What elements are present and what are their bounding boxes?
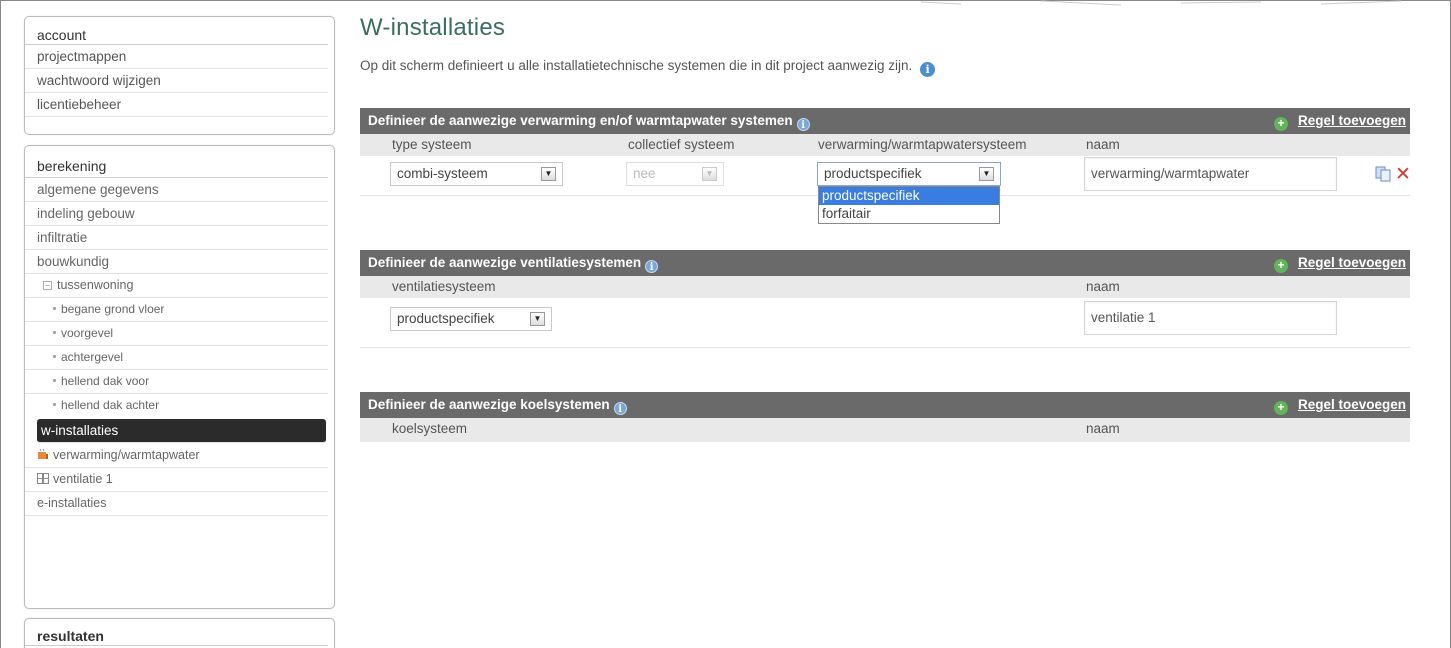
cropped-header-decoration <box>921 0 1402 6</box>
tree-item-hellend-dak-voor[interactable]: hellend dak voor <box>25 370 328 394</box>
sidebar-item-w-installaties[interactable]: w-installaties <box>37 419 326 443</box>
column-header-verwarming-systeem: verwarming/warmtapwatersysteem <box>818 137 1027 152</box>
column-header-ventilatiesysteem: ventilatiesysteem <box>392 279 496 294</box>
info-icon[interactable]: i <box>613 402 627 415</box>
add-row-label: Regel toevoegen <box>1297 397 1406 412</box>
sidebar-item-e-installaties[interactable]: e-installaties <box>25 492 328 516</box>
chevron-down-icon: ▼ <box>702 167 717 181</box>
add-row-label: Regel toevoegen <box>1297 255 1406 270</box>
copy-icon[interactable] <box>1375 166 1391 182</box>
bullet-icon <box>53 355 56 358</box>
column-header-naam: naam <box>1086 279 1120 294</box>
ventilation-section-title: Definieer de aanwezige ventilatiesysteme… <box>368 255 642 270</box>
tree-item-label: hellend dak voor <box>61 374 150 388</box>
ventilation-section-header: Definieer de aanwezige ventilatiesysteme… <box>360 250 1410 276</box>
bullet-icon <box>53 331 56 334</box>
verwarming-systeem-select[interactable]: productspecifiek ▼ <box>817 162 1001 186</box>
add-icon: + <box>1273 259 1288 273</box>
column-header-koelsysteem: koelsysteem <box>392 421 468 436</box>
chevron-down-icon: ▼ <box>979 167 994 181</box>
tree-item-label: hellend dak achter <box>61 398 160 412</box>
tree-item-achtergevel[interactable]: achtergevel <box>25 346 328 370</box>
sidebar-item-licentiebeheer[interactable]: licentiebeheer <box>25 93 328 117</box>
cooling-column-headers: koelsysteem naam <box>360 418 1410 442</box>
heating-section: Definieer de aanwezige verwarming en/of … <box>360 108 1411 224</box>
berekening-panel-title: berekening <box>25 152 328 178</box>
add-icon: + <box>1273 117 1288 131</box>
berekening-panel: berekening algemene gegevens indeling ge… <box>24 145 335 609</box>
tree-item-label: begane grond vloer <box>61 302 165 316</box>
cooling-section-header: Definieer de aanwezige koelsystemen i + Re… <box>360 392 1410 418</box>
intro-label: Op dit scherm definieert u alle installa… <box>360 58 913 73</box>
ventilation-section: Definieer de aanwezige ventilatiesysteme… <box>360 250 1410 348</box>
column-header-type-systeem: type systeem <box>392 137 472 152</box>
column-header-naam: naam <box>1086 421 1120 436</box>
chevron-down-icon: ▼ <box>541 167 556 181</box>
account-panel-title: account <box>25 23 328 45</box>
sidebar-item-ventilatie-1[interactable]: ventilatie 1 <box>25 468 328 492</box>
add-heating-row-button[interactable]: + Regel toevoegen <box>1273 108 1406 134</box>
sidebar-item-algemene-gegevens[interactable]: algemene gegevens <box>25 178 328 202</box>
add-row-label: Regel toevoegen <box>1297 113 1406 128</box>
add-ventilation-row-button[interactable]: + Regel toevoegen <box>1273 250 1406 276</box>
heating-section-header: Definieer de aanwezige verwarming en/of … <box>360 108 1410 134</box>
info-icon[interactable]: i <box>920 62 936 77</box>
column-header-naam: naam <box>1086 137 1120 152</box>
sidebar-item-indeling-gebouw[interactable]: indeling gebouw <box>25 202 328 226</box>
tree-item-tussenwoning[interactable]: − tussenwoning <box>25 274 328 298</box>
tree-item-hellend-dak-achter[interactable]: hellend dak achter <box>25 394 328 418</box>
cooling-section: Definieer de aanwezige koelsystemen i + Re… <box>360 392 1410 442</box>
heating-column-headers: type systeem collectief systeem verwarmi… <box>360 134 1410 156</box>
ventilation-icon <box>37 473 49 484</box>
tree-item-label: achtergevel <box>61 350 124 364</box>
heating-section-title: Definieer de aanwezige verwarming en/of … <box>368 113 793 128</box>
naam-input[interactable]: verwarming/warmtapwater <box>1084 157 1337 191</box>
ventilation-row: productspecifiek ▼ ventilatie 1 <box>360 298 1410 348</box>
tree-item-label: tussenwoning <box>57 278 134 292</box>
collectief-systeem-select: nee ▼ <box>626 162 724 186</box>
main-content: W-installaties Op dit scherm definieert … <box>360 14 1411 442</box>
cooling-section-title: Definieer de aanwezige koelsystemen <box>368 397 610 412</box>
info-icon[interactable]: i <box>645 260 659 273</box>
sidebar-item-label: ventilatie 1 <box>53 472 113 486</box>
heating-icon <box>38 449 48 459</box>
verwarming-systeem-dropdown: productspecifiek forfaitair <box>818 186 1000 224</box>
bullet-icon <box>53 307 56 310</box>
intro-text: Op dit scherm definieert u alle installa… <box>360 56 1410 77</box>
chevron-down-icon: ▼ <box>530 312 545 326</box>
add-cooling-row-button[interactable]: + Regel toevoegen <box>1273 392 1406 418</box>
collapse-toggle-icon[interactable]: − <box>43 281 52 290</box>
ventilation-column-headers: ventilatiesysteem naam <box>360 276 1410 298</box>
page-title: W-installaties <box>360 14 506 41</box>
ventilation-naam-input[interactable]: ventilatie 1 <box>1084 301 1337 335</box>
add-icon: + <box>1273 401 1288 415</box>
sidebar-item-infiltratie[interactable]: infiltratie <box>25 226 328 250</box>
tree-item-voorgevel[interactable]: voorgevel <box>25 322 328 346</box>
resultaten-panel: resultaten <box>24 618 335 648</box>
dropdown-option-forfaitair[interactable]: forfaitair <box>819 205 999 223</box>
type-systeem-select[interactable]: combi-systeem ▼ <box>390 162 563 186</box>
sidebar-item-wachtwoord-wijzigen[interactable]: wachtwoord wijzigen <box>25 69 328 93</box>
resultaten-panel-title[interactable]: resultaten <box>25 624 328 646</box>
account-panel: account projectmappen wachtwoord wijzige… <box>24 16 335 135</box>
info-icon[interactable]: i <box>796 118 810 131</box>
tree-item-label: voorgevel <box>61 326 114 340</box>
sidebar-item-projectmappen[interactable]: projectmappen <box>25 45 328 69</box>
sidebar-item-verwarming-warmtapwater[interactable]: verwarming/warmtapwater <box>25 444 328 468</box>
dropdown-option-productspecifiek[interactable]: productspecifiek <box>819 187 999 205</box>
sidebar-item-bouwkundig[interactable]: bouwkundig <box>25 250 328 274</box>
sidebar-item-label: verwarming/warmtapwater <box>53 448 200 462</box>
select-value: productspecifiek <box>824 166 922 181</box>
bullet-icon <box>53 379 56 382</box>
delete-icon[interactable]: ✕ <box>1395 165 1411 184</box>
select-value: combi-systeem <box>397 166 488 181</box>
select-value: nee <box>633 166 656 181</box>
bullet-icon <box>53 403 56 406</box>
ventilatiesysteem-select[interactable]: productspecifiek ▼ <box>390 307 552 331</box>
heating-row: combi-systeem ▼ nee ▼ productspecifiek ▼… <box>360 156 1411 224</box>
column-header-collectief-systeem: collectief systeem <box>628 137 735 152</box>
tree-item-begane-grond-vloer[interactable]: begane grond vloer <box>25 298 328 322</box>
select-value: productspecifiek <box>397 311 495 326</box>
